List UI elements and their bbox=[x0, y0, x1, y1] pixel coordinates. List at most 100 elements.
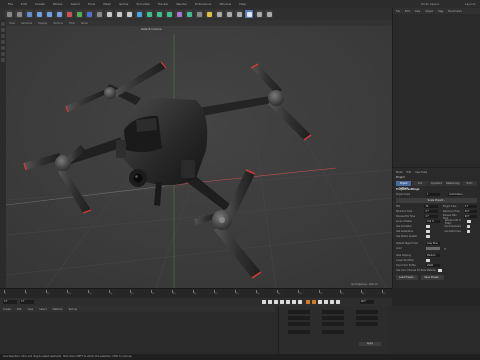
viewport-menu-filter[interactable]: Filter bbox=[69, 22, 75, 25]
menu-spline[interactable]: Spline bbox=[119, 2, 128, 6]
viewport-menu-panel[interactable]: Panel bbox=[81, 22, 88, 25]
menu-file[interactable]: File bbox=[8, 2, 13, 6]
light-icon[interactable] bbox=[205, 10, 213, 18]
pen-icon[interactable] bbox=[145, 10, 153, 18]
size-dropdown[interactable] bbox=[322, 330, 344, 334]
menu-edit[interactable]: Edit bbox=[21, 2, 27, 6]
node-space-label[interactable]: Node Space: bbox=[421, 2, 440, 6]
tab-to-do[interactable]: To Do bbox=[461, 181, 478, 186]
camera-icon[interactable] bbox=[195, 10, 203, 18]
locked-workplane-icon[interactable] bbox=[1, 58, 5, 62]
polygon-mode-icon[interactable] bbox=[215, 10, 223, 18]
color-swatch[interactable] bbox=[426, 246, 440, 251]
objects-menu-file[interactable]: File bbox=[396, 10, 400, 13]
load-preset-button[interactable]: Load Preset... bbox=[396, 275, 419, 280]
scale-z-field[interactable] bbox=[322, 322, 344, 326]
timeline-ruler[interactable]: 0 5 10 15 20 25 30 35 40 45 50 55 60 65 70 75 80 85 90 bbox=[0, 288, 392, 298]
redo-icon[interactable] bbox=[15, 10, 23, 18]
maximum-time-field[interactable]: 90 F bbox=[463, 209, 477, 214]
record-icon[interactable] bbox=[306, 300, 310, 304]
objects-menu-bookmarks[interactable]: Bookmarks bbox=[448, 10, 461, 13]
menu-select[interactable]: Select bbox=[71, 2, 80, 6]
scale-key-icon[interactable] bbox=[336, 300, 340, 304]
go-to-start-icon[interactable] bbox=[262, 300, 266, 304]
scale-project-button[interactable]: Scale Project... bbox=[396, 198, 477, 203]
eyedropper-icon[interactable]: ✎ bbox=[444, 247, 447, 251]
level-of-detail-field[interactable]: 100 % bbox=[426, 219, 440, 224]
axis-mode-icon[interactable] bbox=[1, 34, 5, 38]
objects-menu-tags[interactable]: Tags bbox=[438, 10, 443, 13]
viewport-menu-view[interactable]: View bbox=[9, 22, 15, 25]
previous-frame-icon[interactable] bbox=[274, 300, 278, 304]
texture-mode-icon[interactable] bbox=[1, 28, 5, 32]
previous-key-icon[interactable] bbox=[268, 300, 272, 304]
menu-window[interactable]: Window bbox=[219, 2, 231, 6]
edge-mode-icon[interactable] bbox=[225, 10, 233, 18]
next-frame-icon[interactable] bbox=[286, 300, 290, 304]
tab-info[interactable]: Info bbox=[412, 181, 428, 186]
attr-menu-userdata[interactable]: User Data bbox=[415, 171, 427, 174]
y-axis-icon[interactable] bbox=[75, 10, 83, 18]
menu-create[interactable]: Create bbox=[35, 2, 45, 6]
cube-icon[interactable] bbox=[135, 10, 143, 18]
objects-menu-edit[interactable]: Edit bbox=[405, 10, 410, 13]
input-color-profile-dropdown[interactable]: sRGB bbox=[426, 263, 440, 268]
x-axis-icon[interactable] bbox=[65, 10, 73, 18]
use-deformers-checkbox[interactable] bbox=[466, 229, 470, 234]
perspective-viewport[interactable]: View Cameras Display Options Filter Pane… bbox=[6, 20, 392, 288]
scale-x-field[interactable] bbox=[322, 310, 344, 314]
position-key-icon[interactable] bbox=[324, 300, 328, 304]
project-time-field[interactable]: 0 F bbox=[463, 204, 477, 209]
objects-menu-object[interactable]: Object bbox=[425, 10, 433, 13]
object-rel-dropdown[interactable] bbox=[288, 330, 310, 334]
menu-tools[interactable]: Tools bbox=[88, 2, 95, 6]
start-frame-field-2[interactable]: 0 F bbox=[20, 300, 34, 304]
use-expression-checkbox[interactable] bbox=[466, 224, 470, 229]
scale-unit-dropdown[interactable]: Centimeters bbox=[448, 192, 462, 197]
material-menu-select[interactable]: Select bbox=[39, 308, 46, 311]
apply-button[interactable]: Apply bbox=[359, 342, 381, 346]
coordinate-system-icon[interactable] bbox=[95, 10, 103, 18]
attr-menu-mode[interactable]: Mode bbox=[396, 171, 403, 174]
preview-max-field[interactable]: 90 F bbox=[463, 214, 477, 219]
tweak-mode-icon[interactable] bbox=[1, 40, 5, 44]
use-motion-system-checkbox[interactable] bbox=[426, 234, 430, 239]
project-scale-field[interactable]: 1 bbox=[426, 192, 440, 197]
menu-render[interactable]: Render bbox=[176, 2, 187, 6]
move-icon[interactable] bbox=[35, 10, 43, 18]
rotation-p-field[interactable] bbox=[356, 316, 378, 320]
fps-field[interactable]: 30 bbox=[424, 204, 438, 209]
keyframe-selection-icon[interactable] bbox=[318, 300, 322, 304]
z-axis-icon[interactable] bbox=[85, 10, 93, 18]
menu-help[interactable]: Help bbox=[239, 2, 246, 6]
start-frame-field[interactable]: 0 F bbox=[3, 300, 17, 304]
cloner-icon[interactable] bbox=[165, 10, 173, 18]
attr-menu-edit[interactable]: Edit bbox=[407, 171, 412, 174]
end-frame-field[interactable]: 90 F bbox=[360, 300, 374, 304]
menu-modes[interactable]: Modes bbox=[53, 2, 63, 6]
rotate-icon[interactable] bbox=[55, 10, 63, 18]
material-menu-create[interactable]: Create bbox=[3, 308, 11, 311]
rotation-h-field[interactable] bbox=[356, 310, 378, 314]
deformer-icon[interactable] bbox=[175, 10, 183, 18]
linear-workflow-checkbox[interactable] bbox=[426, 258, 430, 263]
viewport-menu-options[interactable]: Options bbox=[53, 22, 63, 25]
rotation-key-icon[interactable] bbox=[330, 300, 334, 304]
objects-menu-view[interactable]: View bbox=[415, 10, 421, 13]
material-menu-material[interactable]: Material bbox=[53, 308, 63, 311]
preview-min-field[interactable]: 0 F bbox=[424, 214, 438, 219]
floor-icon[interactable] bbox=[185, 10, 193, 18]
use-animation-checkbox[interactable] bbox=[426, 224, 430, 229]
viewport-menu-cameras[interactable]: Cameras bbox=[21, 22, 32, 25]
render-picture-viewer-icon[interactable] bbox=[115, 10, 123, 18]
snap-icon[interactable] bbox=[255, 10, 263, 18]
viewport-menu-display[interactable]: Display bbox=[38, 22, 47, 25]
menu-simulate[interactable]: Simulate bbox=[136, 2, 149, 6]
position-z-field[interactable] bbox=[288, 322, 310, 326]
render-settings-icon[interactable] bbox=[125, 10, 133, 18]
play-icon[interactable] bbox=[280, 300, 284, 304]
position-x-field[interactable] bbox=[288, 310, 310, 314]
enable-snap-icon[interactable] bbox=[1, 52, 5, 56]
save-preset-button[interactable]: Save Preset... bbox=[421, 275, 444, 280]
view-clipping-dropdown[interactable]: Medium bbox=[426, 253, 440, 258]
